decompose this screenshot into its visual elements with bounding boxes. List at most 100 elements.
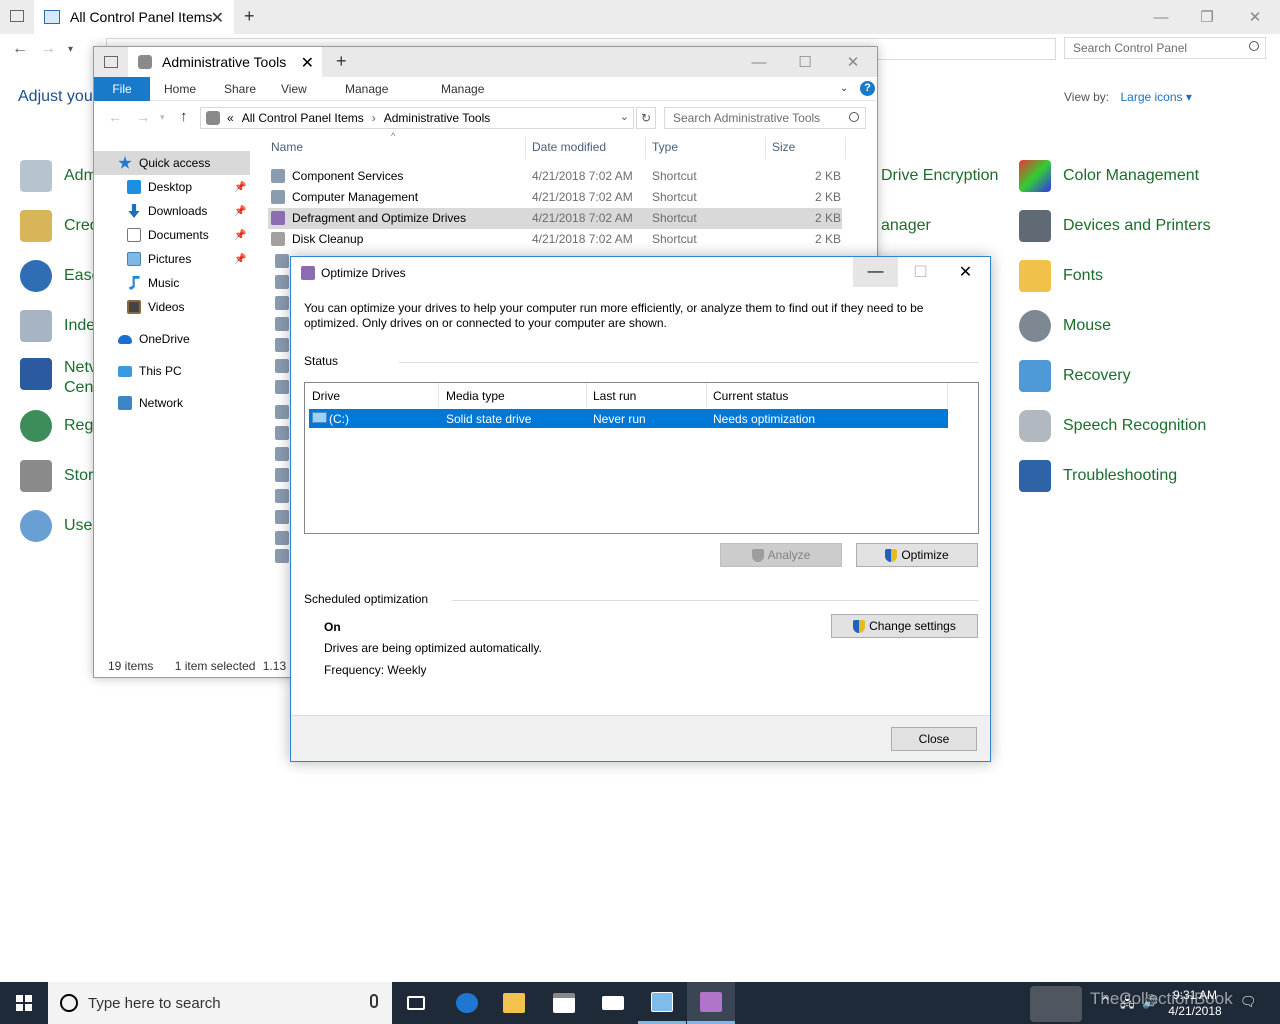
cp-item-network[interactable]: Netv Cent — [20, 358, 98, 398]
cp-item-color-management[interactable]: Color Management — [1019, 158, 1199, 194]
column-divider[interactable] — [586, 383, 587, 407]
cp-item-fonts[interactable]: Fonts — [1019, 258, 1103, 294]
start-button[interactable] — [0, 982, 48, 1024]
nav-this-pc[interactable]: This PC — [118, 360, 182, 382]
cp-item-credential[interactable]: Cred — [20, 208, 99, 244]
forward-arrow-icon[interactable]: → — [40, 40, 56, 58]
column-type[interactable]: Type — [652, 140, 678, 154]
maximize-button[interactable]: ☐ — [898, 257, 943, 287]
back-arrow-icon[interactable]: ← — [108, 109, 122, 125]
column-size[interactable]: Size — [772, 140, 795, 154]
notifications-icon[interactable]: 🗨 — [1240, 994, 1257, 1010]
breadcrumb-admin-tools[interactable]: Administrative Tools — [384, 111, 491, 125]
task-view-icon[interactable] — [104, 56, 118, 68]
column-media-type[interactable]: Media type — [446, 389, 505, 403]
file-row[interactable]: Computer Management 4/21/2018 7:02 AM Sh… — [268, 187, 842, 208]
refresh-icon[interactable]: ↻ — [636, 107, 656, 129]
taskbar-search-input[interactable]: Type here to search — [48, 982, 392, 1024]
close-tab-icon[interactable]: ✕ — [301, 53, 314, 73]
edge-button[interactable] — [443, 982, 491, 1024]
ribbon-tab-manage-2[interactable]: Manage — [441, 82, 484, 96]
minimize-button[interactable]: — — [853, 257, 898, 287]
ribbon-tab-share[interactable]: Share — [224, 82, 256, 96]
cp-item-troubleshooting[interactable]: Troubleshooting — [1019, 458, 1177, 494]
close-dialog-button[interactable]: Close — [891, 727, 977, 751]
pin-icon[interactable]: 📌 — [234, 230, 246, 241]
pin-icon[interactable]: 📌 — [234, 206, 246, 217]
analyze-button[interactable]: Analyze — [720, 543, 842, 567]
file-row[interactable]: Component Services 4/21/2018 7:02 AM Sho… — [268, 166, 842, 187]
minimize-button[interactable]: — — [736, 47, 782, 77]
nav-downloads[interactable]: Downloads 📌 — [127, 200, 257, 222]
new-tab-icon[interactable]: + — [244, 6, 255, 27]
cp-item-storage[interactable]: Stora — [20, 458, 102, 494]
column-divider[interactable] — [438, 383, 439, 407]
chevron-up-icon[interactable]: ⌃ — [1100, 994, 1111, 1010]
at-address-bar[interactable]: « All Control Panel Items › Administrati… — [200, 107, 634, 129]
cp-item-indexing[interactable]: Inde — [20, 308, 95, 344]
close-tab-icon[interactable]: ✕ — [211, 8, 224, 28]
ribbon-tab-manage-1[interactable]: Manage — [345, 82, 388, 96]
ribbon-tab-home[interactable]: Home — [164, 82, 196, 96]
column-divider[interactable] — [706, 383, 707, 407]
drive-row-selected[interactable]: (C:) Solid state drive Never run Needs o… — [309, 409, 948, 428]
maximize-button[interactable]: ☐ — [782, 47, 828, 77]
column-divider[interactable] — [765, 137, 766, 159]
column-divider[interactable] — [947, 383, 948, 407]
ribbon-tab-file[interactable]: File — [94, 77, 150, 101]
nav-videos[interactable]: Videos — [127, 296, 184, 318]
up-arrow-icon[interactable]: ↑ — [180, 108, 188, 125]
chevron-down-icon[interactable]: ⌄ — [840, 83, 848, 94]
help-icon[interactable]: ? — [860, 81, 875, 96]
cp-item-user-accounts[interactable]: User — [20, 508, 98, 544]
pin-icon[interactable]: 📌 — [234, 254, 246, 265]
cp-item-recovery[interactable]: Recovery — [1019, 358, 1131, 394]
microphone-icon[interactable] — [370, 994, 378, 1008]
task-view-button[interactable] — [392, 982, 440, 1024]
column-last-run[interactable]: Last run — [593, 389, 636, 403]
file-explorer-button[interactable] — [490, 982, 538, 1024]
nav-music[interactable]: Music — [127, 272, 179, 294]
back-arrow-icon[interactable]: ← — [12, 40, 28, 58]
column-date-modified[interactable]: Date modified — [532, 140, 606, 154]
nav-desktop[interactable]: Desktop 📌 — [127, 176, 257, 198]
task-view-icon[interactable] — [10, 10, 24, 22]
forward-arrow-icon[interactable]: → — [136, 109, 150, 125]
breadcrumb-all-items[interactable]: All Control Panel Items — [242, 111, 364, 125]
drives-list[interactable]: Drive Media type Last run Current status… — [304, 382, 979, 534]
column-name[interactable]: Name — [271, 140, 303, 154]
volume-icon[interactable]: 🔊 — [1142, 994, 1158, 1010]
cp-item-devices-printers[interactable]: Devices and Printers — [1019, 208, 1211, 244]
new-tab-icon[interactable]: + — [336, 51, 347, 72]
maximize-button[interactable]: ❐ — [1184, 0, 1230, 34]
network-icon[interactable]: 🖧 — [1120, 994, 1135, 1016]
chevron-down-icon[interactable]: ▾ — [160, 112, 165, 123]
chevron-down-icon[interactable]: ▾ — [68, 44, 73, 55]
store-button[interactable] — [540, 982, 588, 1024]
at-search-input[interactable]: Search Administrative Tools — [664, 107, 866, 129]
cp-item-ease-of-access[interactable]: Ease — [20, 258, 100, 294]
column-divider[interactable] — [645, 137, 646, 159]
view-by-dropdown[interactable]: Large icons ▾ — [1120, 90, 1191, 104]
optimize-button[interactable]: Optimize — [856, 543, 978, 567]
cp-item-mouse[interactable]: Mouse — [1019, 308, 1111, 344]
optimize-drives-taskbar-button[interactable] — [687, 982, 735, 1024]
column-divider[interactable] — [845, 137, 846, 159]
file-row-selected[interactable]: Defragment and Optimize Drives 4/21/2018… — [268, 208, 842, 229]
file-row[interactable]: Disk Cleanup 4/21/2018 7:02 AM Shortcut … — [268, 229, 842, 250]
column-drive[interactable]: Drive — [312, 389, 340, 403]
cp-item-manager[interactable]: anager — [881, 208, 931, 244]
column-current-status[interactable]: Current status — [713, 389, 788, 403]
nav-pictures[interactable]: Pictures 📌 — [127, 248, 257, 270]
control-panel-taskbar-button[interactable] — [638, 982, 686, 1024]
pin-icon[interactable]: 📌 — [234, 182, 246, 193]
cp-item-region[interactable]: Regi — [20, 408, 97, 444]
cp-search-input[interactable]: Search Control Panel — [1064, 37, 1266, 59]
nav-documents[interactable]: Documents 📌 — [127, 224, 257, 246]
nav-onedrive[interactable]: OneDrive — [118, 328, 190, 350]
nav-quick-access[interactable]: Quick access — [118, 152, 210, 174]
minimize-button[interactable]: — — [1138, 0, 1184, 34]
column-divider[interactable] — [525, 137, 526, 159]
close-button[interactable]: ✕ — [830, 47, 876, 77]
breadcrumb-prefix[interactable]: « — [227, 111, 234, 125]
